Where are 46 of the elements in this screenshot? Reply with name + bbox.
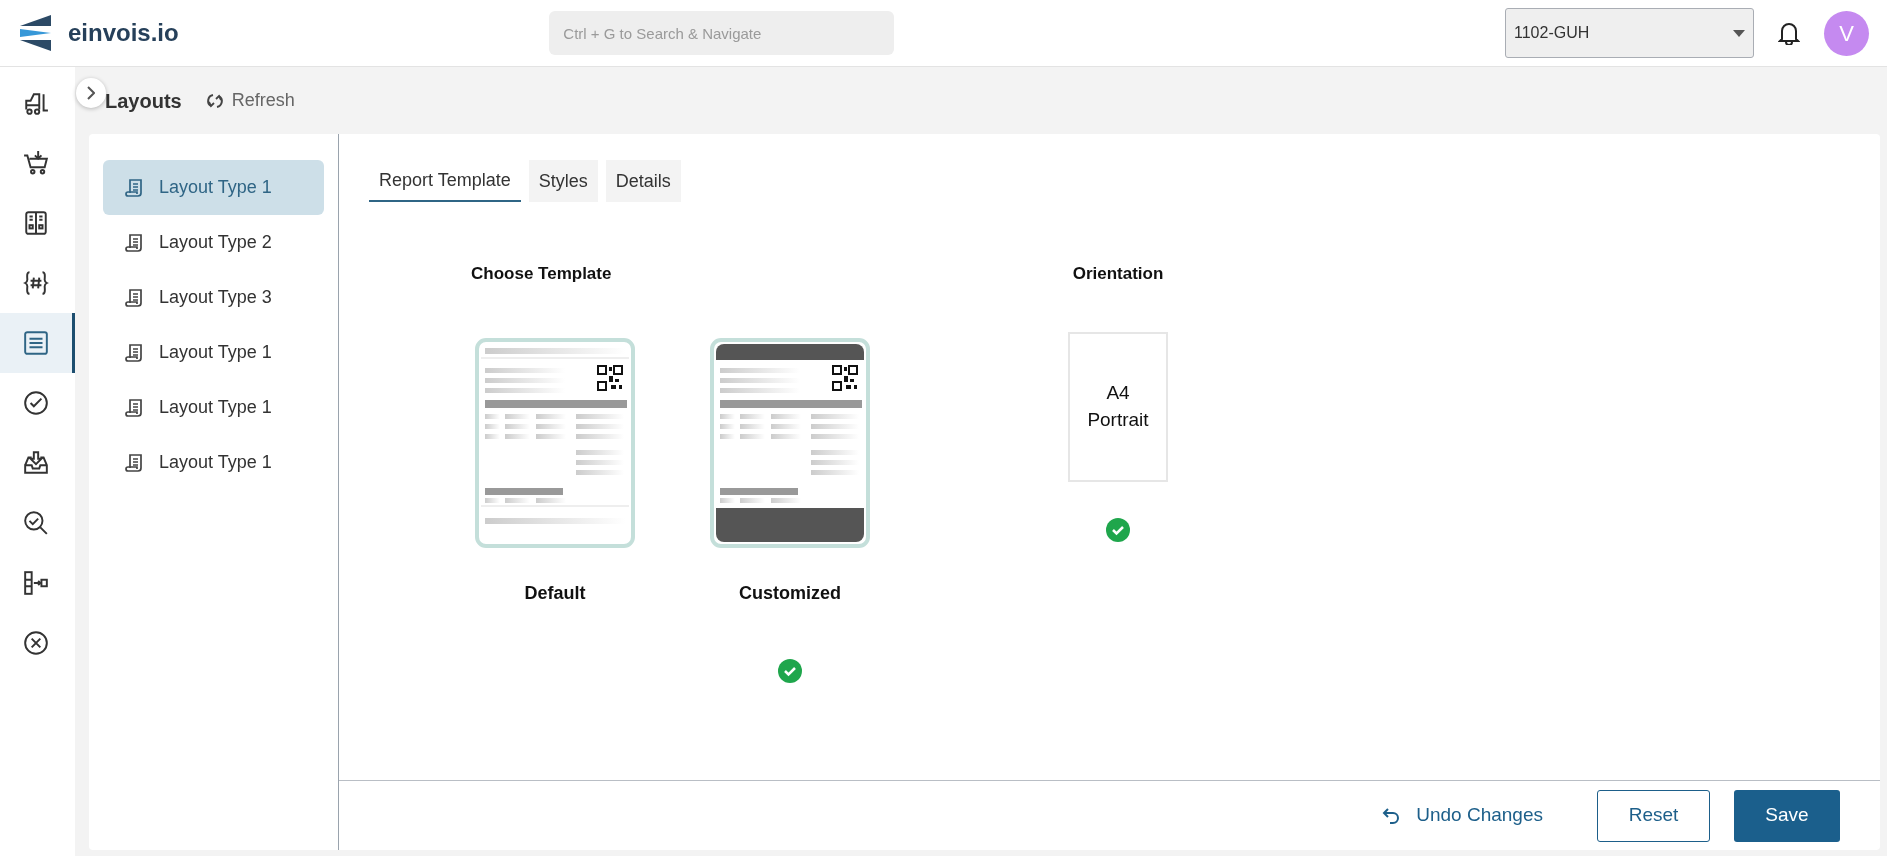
undo-changes-button[interactable]: Undo Changes <box>1376 800 1549 831</box>
document-icon <box>125 342 143 363</box>
search-field[interactable]: Ctrl + G to Search & Navigate <box>549 11 895 55</box>
document-icon <box>125 452 143 473</box>
tab[interactable]: Styles <box>528 160 598 202</box>
section-heading: Choose Template <box>471 263 612 285</box>
cart-icon <box>23 150 49 176</box>
template-preview-drawing[interactable] <box>710 337 870 548</box>
company-select[interactable]: 1102-GUH <box>1505 8 1754 58</box>
template-name: Customized <box>739 581 841 605</box>
document-icon <box>125 232 143 253</box>
layout-item[interactable]: Layout Type 3 <box>103 270 324 325</box>
flow-icon <box>23 570 49 596</box>
caret-icon <box>1733 29 1745 37</box>
undo-icon <box>1382 807 1401 824</box>
layout-item[interactable]: Layout Type 1 <box>103 435 324 490</box>
layout-item[interactable]: Layout Type 1 <box>103 325 324 380</box>
document-icon <box>125 397 143 418</box>
layout-item[interactable]: Layout Type 1 <box>103 380 324 435</box>
document-icon <box>125 177 143 198</box>
bell-icon[interactable] <box>1778 21 1800 45</box>
document-list-icon <box>23 330 49 356</box>
binder-icon <box>23 210 49 236</box>
document-icon <box>125 287 143 308</box>
save-button[interactable]: Save <box>1734 789 1840 842</box>
reset-button[interactable]: Reset <box>1597 789 1710 842</box>
inbox-download-icon <box>23 450 49 476</box>
layout-item[interactable]: Layout Type 2 <box>103 215 324 270</box>
page-title: Layouts <box>105 88 182 114</box>
tab[interactable]: Details <box>605 160 681 202</box>
orientation-option[interactable]: A4 Portrait <box>1068 331 1168 482</box>
logo-icon <box>18 14 52 52</box>
cancel-circle-icon <box>23 630 49 656</box>
hash-icon <box>23 270 49 296</box>
expand-sidebar-button[interactable] <box>76 78 106 108</box>
layout-item[interactable]: Layout Type 1 <box>103 160 324 215</box>
refresh-button[interactable]: Refresh <box>205 87 295 114</box>
template-name: Default <box>524 581 586 605</box>
brand-name: einvois.io <box>68 18 179 48</box>
chevron-icon <box>87 86 95 100</box>
search-check-icon <box>23 510 49 536</box>
refresh-icon <box>205 91 224 110</box>
check-circle-icon <box>23 390 49 416</box>
forklift-icon <box>23 90 49 116</box>
sidebar-item[interactable] <box>0 313 75 373</box>
section-heading: Orientation <box>1072 263 1164 285</box>
